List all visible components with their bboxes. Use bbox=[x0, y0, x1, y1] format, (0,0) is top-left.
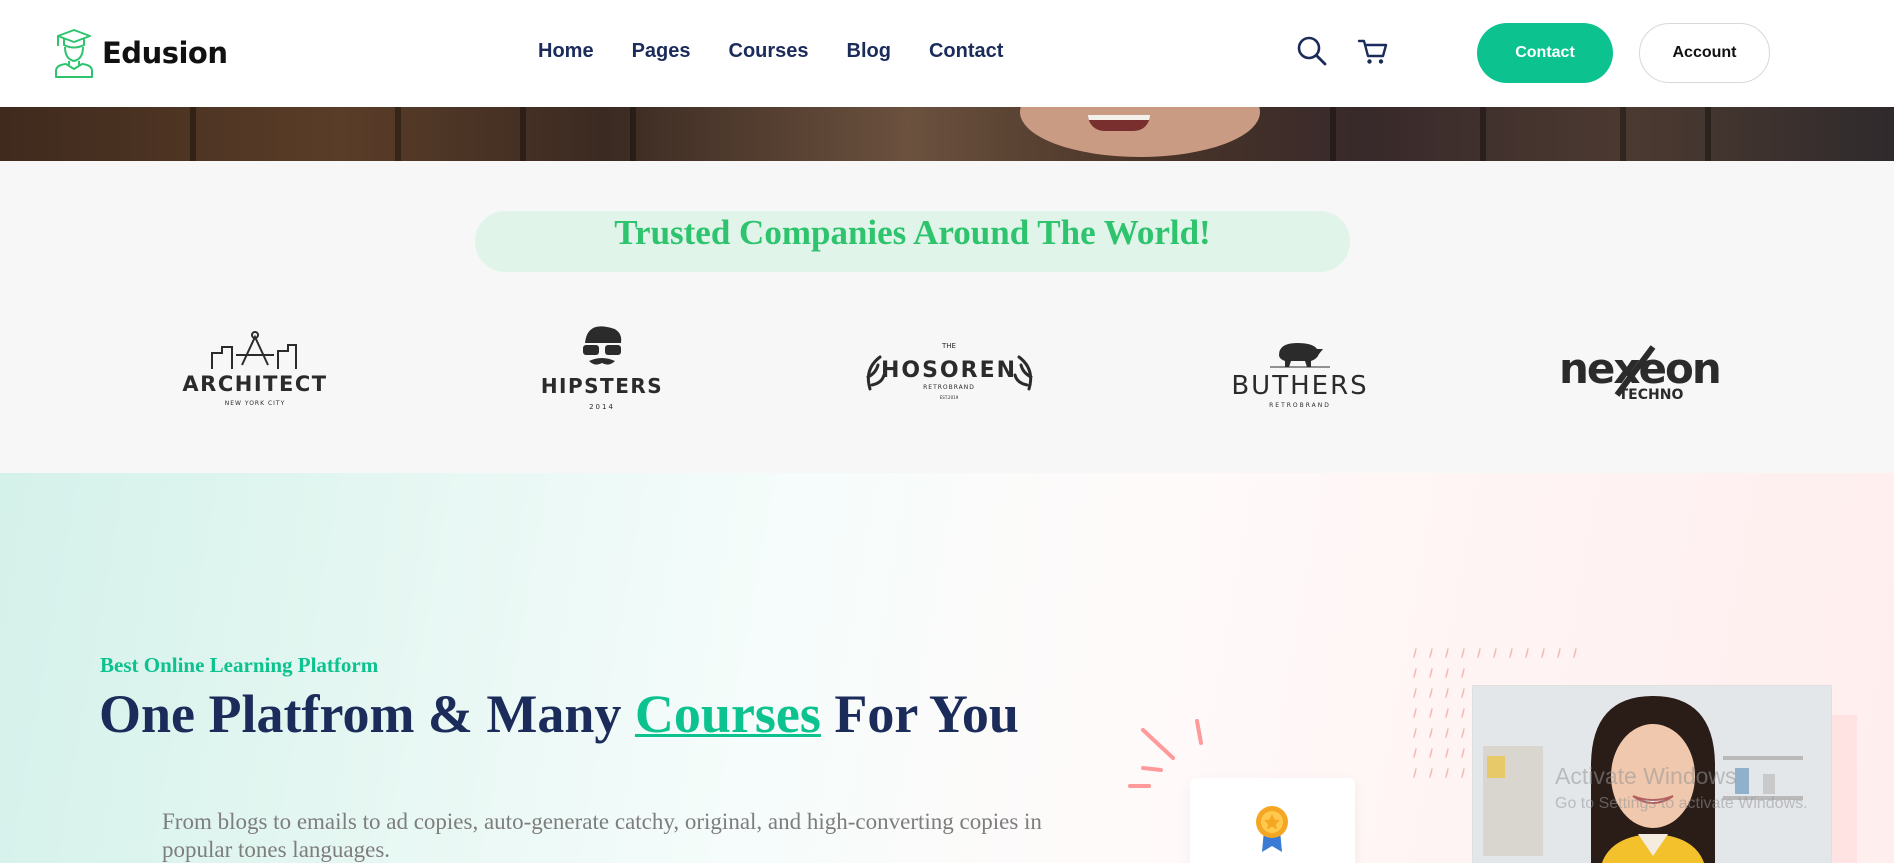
hero-subtitle: Best Online Learning Platform bbox=[100, 653, 379, 677]
graduate-icon bbox=[55, 29, 93, 78]
nav-pages[interactable]: Pages bbox=[632, 40, 691, 63]
account-button[interactable]: Account bbox=[1639, 23, 1770, 83]
hero-description: From blogs to emails to ad copies, auto-… bbox=[162, 809, 1042, 862]
award-medal-icon bbox=[1256, 806, 1288, 852]
nav-blog[interactable]: Blog bbox=[847, 40, 891, 63]
trusted-companies-section: Trusted Companies Around The World! ARCH… bbox=[0, 161, 1894, 473]
cart-icon[interactable] bbox=[1357, 36, 1388, 66]
brand-hosoren-prefix: THE bbox=[941, 342, 956, 350]
hero-title-highlight[interactable]: Courses bbox=[635, 684, 821, 744]
activate-windows-hint: Go to Settings to activate Windows. bbox=[1555, 795, 1808, 812]
search-icon[interactable] bbox=[1297, 36, 1327, 66]
brand-nexeon-name-a: ne bbox=[1559, 344, 1614, 393]
brand-hosoren-name: HOSOREN bbox=[881, 358, 1017, 383]
trusted-title: Trusted Companies Around The World! bbox=[614, 213, 1211, 252]
brand-logo[interactable]: Edusion bbox=[52, 27, 228, 79]
hero-title-before: One Platfrom & Many bbox=[99, 684, 635, 744]
brand-nexeon-tagline: TECHNO bbox=[1619, 387, 1684, 403]
brand-hipsters-name: HIPSTERS bbox=[541, 374, 663, 398]
brand-buthers-tagline: RETROBRAND bbox=[1269, 402, 1331, 409]
brand-logo-hosoren[interactable]: THE HOSOREN RETROBRAND EST.2019 bbox=[862, 321, 1037, 421]
brand-hosoren-sub: EST.2019 bbox=[940, 395, 959, 400]
brand-logo-architect[interactable]: ARCHITECT NEW YORK CITY bbox=[180, 321, 330, 421]
main-nav: Home Pages Courses Blog Contact bbox=[538, 40, 1041, 63]
hero-section: Best Online Learning Platform One Platfr… bbox=[0, 473, 1894, 863]
hero-title-after: For You bbox=[820, 684, 1019, 744]
achievement-card bbox=[1190, 778, 1355, 863]
brand-name: Edusion bbox=[102, 36, 228, 70]
brand-logo-nexeon[interactable]: nexeon TECHNO bbox=[1555, 321, 1735, 421]
brand-logo-buthers[interactable]: BUTHERS RETROBRAND bbox=[1225, 321, 1375, 421]
brand-buthers-name: BUTHERS bbox=[1231, 371, 1368, 401]
brand-hosoren-tagline: RETROBRAND bbox=[923, 384, 975, 391]
brand-architect-name: ARCHITECT bbox=[182, 372, 327, 396]
site-header: Edusion Home Pages Courses Blog Contact … bbox=[0, 0, 1894, 107]
brand-architect-tagline: NEW YORK CITY bbox=[225, 400, 285, 407]
brand-hipsters-tagline: 2014 bbox=[589, 403, 615, 411]
nav-home[interactable]: Home bbox=[538, 40, 594, 63]
hero-title: One Platfrom & Many Courses For You bbox=[99, 683, 1019, 745]
activate-windows-watermark: Activate Windows bbox=[1555, 763, 1737, 789]
nav-contact[interactable]: Contact bbox=[929, 40, 1003, 63]
hero-photo-strip bbox=[0, 107, 1894, 161]
contact-button[interactable]: Contact bbox=[1477, 23, 1613, 83]
brand-logo-hipsters[interactable]: HIPSTERS 2014 bbox=[535, 321, 670, 421]
nav-courses[interactable]: Courses bbox=[729, 40, 809, 63]
pink-accent-block bbox=[1832, 715, 1857, 863]
